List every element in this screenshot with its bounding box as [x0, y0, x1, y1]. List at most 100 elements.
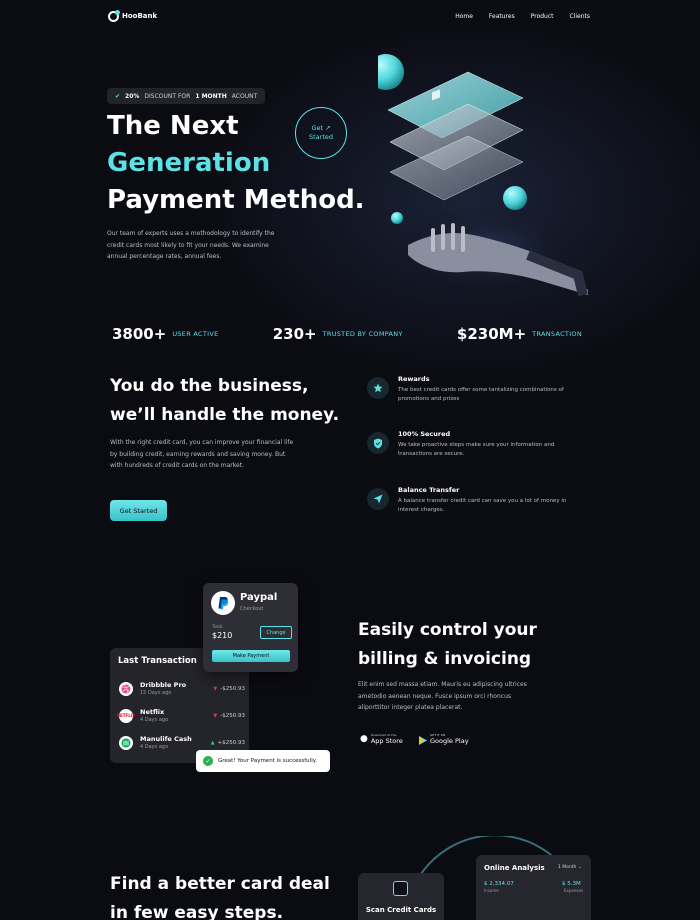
- steps-title-line1: Find a better card deal: [110, 874, 330, 894]
- stat-label: TRUSTED BY COMPANY: [322, 330, 403, 338]
- get-started-line2: Started: [308, 133, 333, 141]
- transaction-name: Manulife Cash: [140, 735, 192, 743]
- make-payment-button[interactable]: Make Payment: [212, 650, 290, 662]
- manulife-icon: [119, 735, 133, 750]
- toast-message: Great! Your Payment is successfully.: [218, 758, 317, 764]
- business-title-line1: You do the business,: [110, 376, 309, 396]
- online-analysis-card: Online Analysis 1 Month ⌄ $ 2,334.07 Inc…: [476, 855, 591, 920]
- discount-badge: ✔ 20% DISCOUNT FOR 1 MONTH ACOUNT: [107, 88, 266, 104]
- feature-rewards: Rewards The best credit cards offer some…: [367, 375, 582, 404]
- billing-description: Elit enim sed massa etiam. Mauris eu adi…: [358, 681, 527, 711]
- billing-title-line2: billing & invoicing: [358, 649, 532, 669]
- transaction-amount: -$250.93: [220, 712, 245, 719]
- scan-icon: [393, 881, 408, 896]
- payment-success-toast: ✓ Great! Your Payment is successfully.: [196, 750, 330, 772]
- orb-large: [378, 54, 404, 90]
- badge-discount: 20%: [125, 92, 140, 100]
- check-circle-icon: ✓: [203, 756, 213, 766]
- total-amount: $210: [212, 631, 233, 640]
- nav-link-home[interactable]: Home: [455, 13, 473, 20]
- business-description: With the right credit card, you can impr…: [110, 439, 294, 469]
- analysis-title: Online Analysis: [484, 864, 545, 872]
- badge-bold: 1 MONTH: [195, 92, 227, 100]
- badge-end: ACOUNT: [231, 92, 258, 100]
- navbar: HooBank Home Features Product Clients: [108, 8, 590, 24]
- period-dropdown[interactable]: 1 Month ⌄: [558, 865, 582, 870]
- get-started-button[interactable]: Get Started: [110, 500, 167, 521]
- change-button[interactable]: Change: [260, 626, 292, 639]
- logo[interactable]: HooBank: [108, 9, 158, 22]
- stat-value: 3800+: [112, 325, 167, 343]
- total-label: Total: [212, 625, 223, 630]
- paypal-subtitle: Checkout: [240, 606, 264, 612]
- netflix-icon: NETFLIX: [117, 708, 135, 723]
- arrow-down-icon: ▼: [213, 712, 218, 719]
- paypal-name: Paypal: [240, 592, 278, 603]
- income-value: $ 2,334.07: [484, 881, 514, 887]
- transaction-date: 4 Days ago: [140, 717, 169, 723]
- stat-label: TRANSACTION: [532, 330, 582, 338]
- transaction-date: 4 Days ago: [140, 744, 169, 750]
- stat-transactions: $230M+ TRANSACTION: [457, 325, 582, 343]
- nav-link-features[interactable]: Features: [489, 13, 515, 20]
- feature-title: 100% Secured: [398, 430, 451, 438]
- stats-row: 3800+ USER ACTIVE 230+ TRUSTED BY COMPAN…: [112, 325, 582, 343]
- logo-icon: [108, 9, 120, 22]
- nav-links: Home Features Product Clients: [455, 13, 590, 20]
- nav-link-clients[interactable]: Clients: [570, 13, 591, 20]
- transaction-row[interactable]: NETFLIX Netflix 4 Days ago ▼ -$250.93: [117, 708, 245, 723]
- arrow-up-icon: ▲: [210, 739, 215, 746]
- steps-title: Find a better card deal in few easy step…: [110, 870, 350, 920]
- app-store-button[interactable]: ● Download on the App Store: [360, 731, 403, 747]
- feature-secured: 100% Secured We take proactive steps mak…: [367, 430, 582, 459]
- feature-description: The best credit cards offer some tantali…: [398, 387, 564, 402]
- apple-icon: ●: [360, 734, 368, 744]
- transaction-name: Dribbble Pro: [140, 681, 187, 689]
- transaction-row[interactable]: Manulife Cash 4 Days ago ▲ +$250.93: [119, 735, 245, 750]
- feature-description: A balance transfer credit card can save …: [398, 498, 567, 513]
- nav-link-product[interactable]: Product: [531, 13, 554, 20]
- hero-title-line3: Payment Method.: [107, 185, 365, 215]
- google-play-button[interactable]: GET IT ON Google Play: [419, 731, 469, 747]
- business-title: You do the business, we’ll handle the mo…: [110, 372, 350, 430]
- hero-illustration: [378, 54, 588, 297]
- app-store-label: App Store: [370, 737, 403, 745]
- stat-users: 3800+ USER ACTIVE: [112, 325, 219, 343]
- stat-value: 230+: [272, 325, 317, 343]
- feature-balance-transfer: Balance Transfer A balance transfer cred…: [367, 486, 582, 515]
- billing-title-line1: Easily control your: [358, 620, 537, 640]
- transactions-title: Last Transaction: [118, 656, 197, 666]
- chevron-down-icon: ⌄: [577, 865, 582, 870]
- income-label: Income: [484, 888, 499, 893]
- dribbble-icon: [119, 681, 133, 696]
- feature-title: Rewards: [398, 375, 430, 383]
- period-value: 1 Month: [558, 865, 577, 870]
- get-started-circle-button[interactable]: Get ↗ Started: [295, 107, 347, 159]
- paypal-icon: [211, 591, 235, 615]
- stat-companies: 230+ TRUSTED BY COMPANY: [273, 325, 403, 343]
- business-title-line2: we’ll handle the money.: [110, 405, 340, 425]
- transaction-name: Netflix: [140, 708, 165, 716]
- scan-label: Scan Credit Cards: [365, 906, 437, 914]
- badge-text: DISCOUNT FOR: [144, 92, 191, 100]
- star-icon: [367, 377, 389, 399]
- billing-title: Easily control your billing & invoicing: [358, 616, 588, 674]
- stat-label: USER ACTIVE: [172, 330, 219, 338]
- transaction-row[interactable]: Dribbble Pro 15 Days ago ▼ -$250.93: [119, 681, 245, 696]
- transaction-amount: -$250.93: [220, 685, 245, 692]
- landing-page: HooBank Home Features Product Clients ✔ …: [0, 0, 700, 920]
- check-icon: ✔: [115, 92, 121, 100]
- hero-description: Our team of experts uses a methodology t…: [107, 230, 275, 260]
- arrow-down-icon: ▼: [213, 685, 218, 692]
- steps-title-line2: in few easy steps.: [110, 903, 284, 920]
- feature-description: We take proactive steps make sure your i…: [398, 442, 555, 457]
- feature-title: Balance Transfer: [398, 486, 460, 494]
- transaction-date: 15 Days ago: [140, 690, 172, 696]
- transaction-amount: +$250.93: [217, 739, 245, 746]
- google-play-label: Google Play: [430, 737, 469, 745]
- send-icon: [367, 488, 389, 510]
- scan-card: Scan Credit Cards: [358, 873, 444, 920]
- expense-label: Expenses: [564, 888, 584, 893]
- get-started-line1: Get ↗: [311, 124, 331, 132]
- brand-name: HooBank: [122, 12, 158, 20]
